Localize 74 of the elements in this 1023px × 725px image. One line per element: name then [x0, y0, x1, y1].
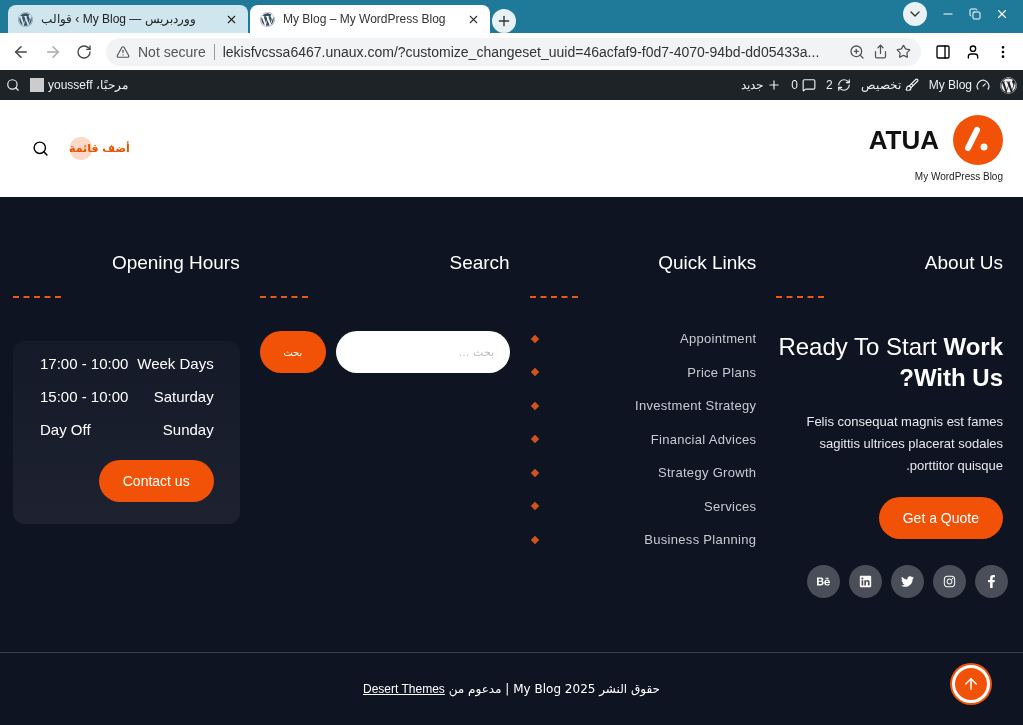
- url-text: lekisfvcssa6467.unaux.com/?customize_changeset_uuid=46acfaf9-f0d7-4070-94bd-dd05433a...: [222, 43, 821, 60]
- headline: Ready To Start Work ?With Us: [777, 332, 1003, 393]
- credit-link[interactable]: Desert Themes: [363, 682, 445, 696]
- search-field[interactable]: بحث …: [335, 331, 510, 373]
- column-heading: Opening Hours: [111, 252, 240, 274]
- day-label: Week Days: [137, 355, 214, 372]
- search-icon[interactable]: [6, 78, 20, 92]
- hours-time: 15:00 - 10:00: [40, 388, 129, 405]
- comments-link[interactable]: 0: [791, 78, 816, 92]
- bullet-icon: [530, 468, 539, 477]
- wordpress-icon: [18, 11, 33, 27]
- facebook-icon[interactable]: [975, 565, 1008, 598]
- brush-icon: [904, 78, 919, 92]
- behance-icon[interactable]: [807, 565, 840, 598]
- wordpress-icon[interactable]: [1000, 76, 1017, 94]
- menu-link[interactable]: أضف قائمة: [69, 136, 130, 161]
- security-label: Not secure: [138, 43, 206, 60]
- column-heading: About Us: [924, 252, 1003, 274]
- column-heading: Quick Links: [658, 252, 757, 274]
- day-label: Sunday: [162, 421, 214, 438]
- logo-text: ATUA: [868, 124, 939, 156]
- bullet-icon: [530, 535, 539, 544]
- new-tab-button[interactable]: [492, 9, 516, 33]
- day-label: Saturday: [153, 388, 214, 405]
- column-heading: Search: [449, 252, 510, 274]
- warning-icon: [116, 44, 130, 59]
- quick-link[interactable]: Price Plans: [687, 364, 757, 380]
- plus-icon: [767, 78, 782, 92]
- linkedin-icon[interactable]: [849, 565, 882, 598]
- side-panel-icon[interactable]: [935, 43, 951, 60]
- browser-tab[interactable]: قوالب ‹ My Blog — ووردبريس: [8, 5, 248, 33]
- scroll-top-button[interactable]: [952, 665, 990, 703]
- quick-link[interactable]: Strategy Growth: [657, 465, 757, 480]
- address-bar[interactable]: Not secure lekisfvcssa6467.unaux.com/?customize_changeset_uuid=46acfaf9-f0d7-4070-94bd-dd05433a...: [106, 37, 921, 66]
- bookmark-icon[interactable]: [896, 44, 911, 59]
- instagram-icon[interactable]: [933, 565, 966, 598]
- quick-link[interactable]: Financial Advices: [650, 431, 757, 447]
- tab-search-button[interactable]: [903, 1, 927, 26]
- plus-icon: [496, 13, 512, 29]
- quick-link[interactable]: Appointment: [680, 331, 757, 346]
- profile-icon[interactable]: [965, 43, 981, 60]
- browser-tab[interactable]: My Blog – My WordPress Blog: [250, 5, 490, 33]
- bullet-icon: [530, 367, 539, 377]
- quick-link[interactable]: Services: [704, 498, 757, 514]
- contact-button[interactable]: Contact us: [98, 460, 214, 502]
- quick-link[interactable]: Investment Strategy: [635, 398, 757, 413]
- site-link[interactable]: My Blog: [928, 78, 990, 92]
- gauge-icon: [976, 78, 990, 92]
- account-link[interactable]: مرحبًا، yousseff: [30, 78, 128, 92]
- quote-button[interactable]: Get a Quote: [878, 497, 1003, 539]
- restore-icon[interactable]: [969, 7, 981, 20]
- share-icon[interactable]: [873, 44, 888, 59]
- bullet-icon: [530, 501, 539, 511]
- reload-icon[interactable]: [76, 43, 92, 60]
- about-text: Felis consequat magnis est fames sagittis ultrices placerat sodales .porttitor quisque: [805, 413, 1003, 475]
- wordpress-icon: [260, 11, 275, 27]
- refresh-icon: [836, 78, 851, 92]
- customize-link[interactable]: تخصيص: [860, 78, 919, 92]
- bullet-icon: [530, 401, 539, 410]
- search-button[interactable]: بحث: [259, 331, 326, 373]
- hours-time: Day Off: [40, 421, 91, 438]
- quick-link[interactable]: Business Planning: [644, 532, 757, 547]
- bullet-icon: [530, 434, 539, 444]
- site-tagline: My WordPress Blog: [914, 171, 1003, 182]
- comment-icon: [801, 78, 816, 92]
- search-icon[interactable]: [32, 140, 49, 157]
- avatar-icon: [30, 78, 44, 92]
- updates-link[interactable]: 2: [825, 78, 851, 92]
- bullet-icon: [530, 334, 539, 343]
- zoom-icon[interactable]: [849, 43, 865, 60]
- logo-icon: [953, 115, 1003, 165]
- new-link[interactable]: جديد: [741, 78, 782, 92]
- hours-time: 17:00 - 10:00: [40, 355, 129, 372]
- twitter-icon[interactable]: [891, 565, 924, 598]
